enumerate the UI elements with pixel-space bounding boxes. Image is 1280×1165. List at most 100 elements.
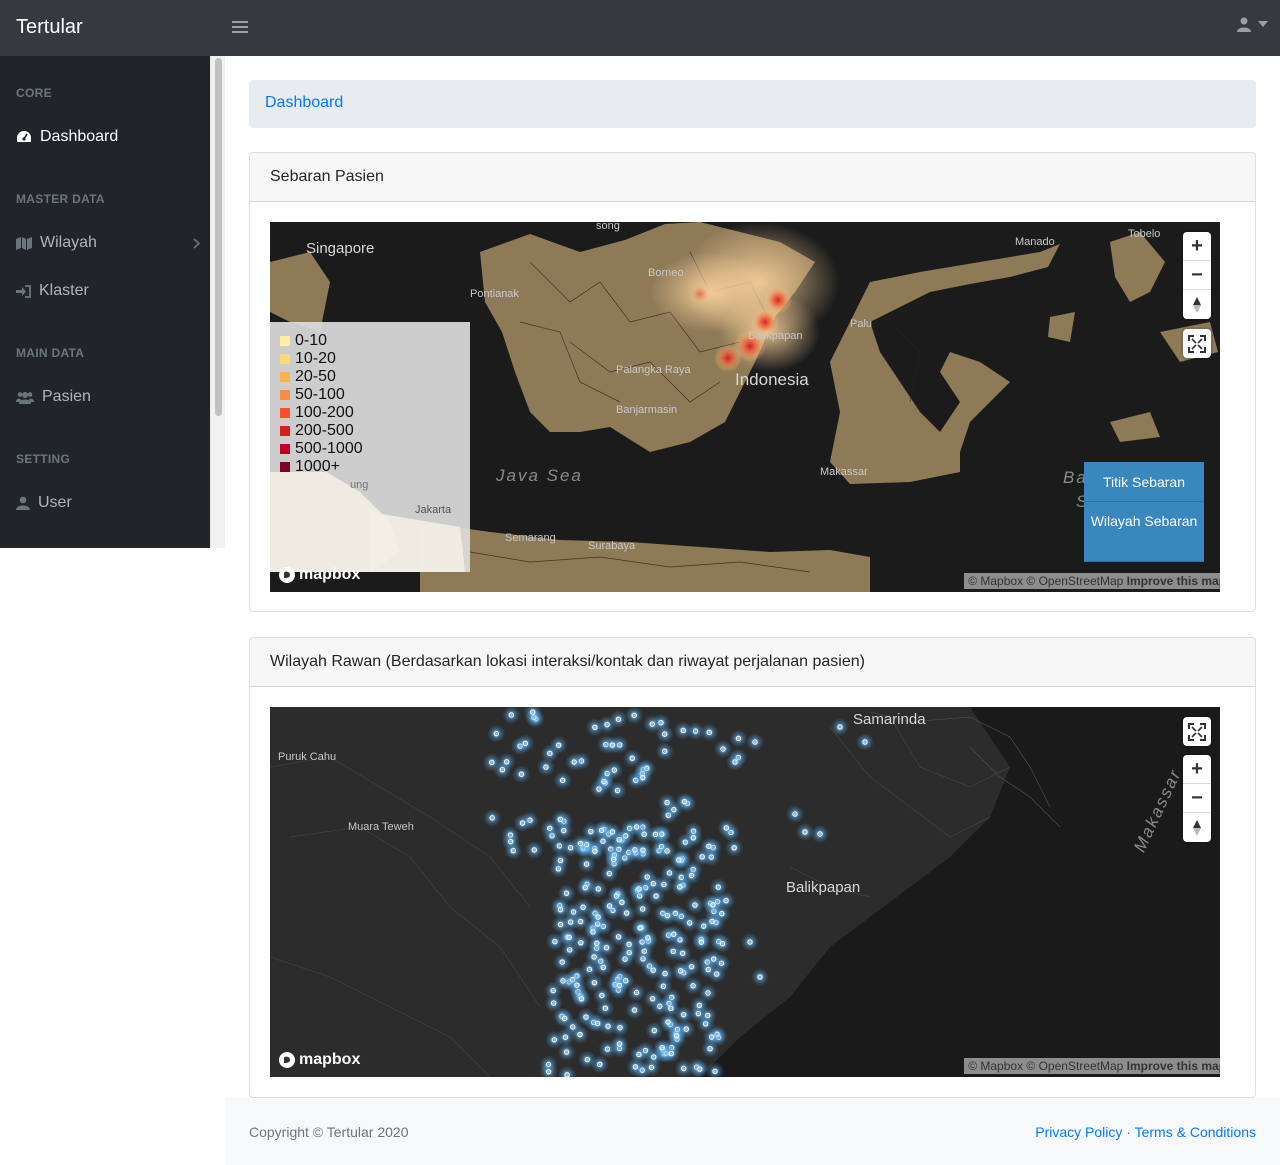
compass-icon (1193, 819, 1201, 836)
improve-map-link[interactable]: Improve this map (1127, 1059, 1220, 1073)
map-point-glow (751, 968, 769, 986)
brand-logo[interactable]: Tertular (16, 16, 83, 39)
map-point-glow (590, 1055, 609, 1074)
breadcrumb-dashboard-link[interactable]: Dashboard (265, 94, 343, 111)
map-point-glow (704, 950, 723, 969)
map-label: Balikpapan (748, 330, 803, 342)
map-point-glow (592, 986, 611, 1005)
map-point-glow (588, 1014, 607, 1033)
map-label: Samarinda (853, 711, 926, 728)
map-point-glow (567, 976, 586, 995)
map-point-glow (620, 935, 639, 954)
map-label: Muara Teweh (348, 821, 414, 833)
terms-link[interactable]: Terms & Conditions (1135, 1124, 1256, 1140)
legend-item: 500-1000 (280, 440, 460, 458)
map-basemap (270, 707, 1220, 1077)
navigation-control: + − (1183, 755, 1211, 842)
sidebar-heading-setting: SETTING (16, 452, 71, 466)
zoom-in-button[interactable]: + (1183, 755, 1211, 784)
legend-item: 100-200 (280, 404, 460, 422)
fullscreen-button[interactable] (1183, 329, 1211, 358)
map-point-glow (692, 933, 711, 952)
map-point-glow (497, 752, 516, 771)
map-point-glow (686, 722, 705, 741)
fullscreen-button[interactable] (1183, 717, 1211, 746)
map-point-glow (576, 878, 595, 897)
map-point-glow (856, 733, 874, 751)
map-point-glow (512, 765, 531, 784)
user-icon (16, 496, 30, 510)
footer-links: Privacy Policy · Terms & Conditions (1035, 1124, 1256, 1140)
map-label: Surabaya (588, 540, 636, 552)
improve-map-link[interactable]: Improve this map (1127, 574, 1220, 588)
legend-item: 200-500 (280, 422, 460, 440)
mapbox-logo[interactable]: mapbox (278, 1051, 360, 1069)
map-point-glow (633, 841, 652, 860)
zoom-in-button[interactable]: + (1183, 232, 1211, 261)
sidebar: CORE Dashboard MASTER DATA Wilayah Klast… (0, 56, 210, 548)
attribution-text[interactable]: © Mapbox © OpenStreetMap (968, 574, 1123, 588)
map-label: Java Sea (496, 466, 583, 485)
user-icon (1237, 17, 1251, 32)
fullscreen-control (1183, 717, 1211, 746)
compass-button[interactable] (1183, 290, 1211, 319)
map-point-glow (643, 715, 662, 734)
legend-panel: 0-10 10-20 20-50 50-100 100-200 200-500 … (270, 322, 470, 572)
compass-button[interactable] (1183, 813, 1211, 842)
zoom-out-button[interactable]: − (1183, 784, 1211, 813)
users-icon (16, 391, 34, 404)
map-point-glow (677, 1020, 696, 1039)
map-point-glow (658, 906, 677, 925)
map-point-glow (540, 744, 559, 763)
map-point-glow (702, 1028, 721, 1047)
attribution-text[interactable]: © Mapbox © OpenStreetMap (968, 1059, 1123, 1073)
map-icon (16, 236, 32, 250)
map-point-glow (664, 800, 683, 819)
sidebar-item-label: Wilayah (40, 234, 97, 251)
sidebar-item-dashboard[interactable]: Dashboard (16, 128, 196, 146)
zoom-out-button[interactable]: − (1183, 261, 1211, 290)
map-point-glow (729, 729, 748, 748)
map-point-glow (623, 749, 642, 768)
navigation-control: + − (1183, 232, 1211, 319)
sidebar-heading-main: MAIN DATA (16, 346, 85, 360)
map-point-glow (674, 1059, 693, 1077)
sidebar-toggle-icon[interactable] (232, 18, 248, 38)
breadcrumb: Dashboard (249, 80, 1256, 128)
map-label: Indonesia (735, 370, 809, 389)
map-point-glow (694, 917, 713, 936)
sidebar-scrollbar[interactable] (210, 56, 225, 548)
sidebar-item-klaster[interactable]: Klaster (16, 282, 196, 300)
legend-background-map (270, 472, 465, 572)
mapbox-logo[interactable]: mapbox (278, 566, 360, 584)
map-point-glow (633, 899, 652, 918)
map-point-glow (703, 895, 722, 914)
map-point-glow (682, 866, 701, 885)
map-point-glow (684, 828, 703, 847)
map-label: Jakarta (415, 504, 452, 516)
map-point-glow (483, 808, 502, 827)
map-point-glow (610, 976, 629, 995)
sidebar-item-user[interactable]: User (16, 494, 196, 512)
map-point-glow (658, 841, 677, 860)
map-point-glow (603, 736, 622, 755)
user-dropdown[interactable] (1236, 16, 1268, 32)
compass-icon (1193, 296, 1201, 313)
map-point-glow (585, 842, 604, 861)
map-label: Tobelo (1128, 228, 1161, 240)
sidebar-item-label: Klaster (39, 282, 89, 299)
map-point-glow (662, 1044, 681, 1063)
map-label: Banjarmasin (616, 404, 678, 416)
map-point-glow (553, 771, 572, 790)
sidebar-item-pasien[interactable]: Pasien (16, 388, 196, 406)
map-point-glow (726, 753, 744, 771)
titik-sebaran-button[interactable]: Titik Sebaran (1084, 462, 1204, 502)
wilayah-sebaran-button[interactable]: Wilayah Sebaran (1084, 502, 1204, 562)
sidebar-item-wilayah[interactable]: Wilayah (16, 234, 200, 252)
map-point-glow (811, 825, 829, 843)
privacy-policy-link[interactable]: Privacy Policy (1035, 1124, 1122, 1140)
legend-item: 0-10 (280, 332, 460, 350)
wilayah-rawan-map[interactable]: Samarinda Puruk Cahu Muara Teweh Balikpa… (270, 707, 1220, 1077)
sidebar-item-label: Dashboard (40, 128, 119, 145)
sebaran-map[interactable]: song Singapore Manado Tobelo Pontianak B… (270, 222, 1220, 592)
